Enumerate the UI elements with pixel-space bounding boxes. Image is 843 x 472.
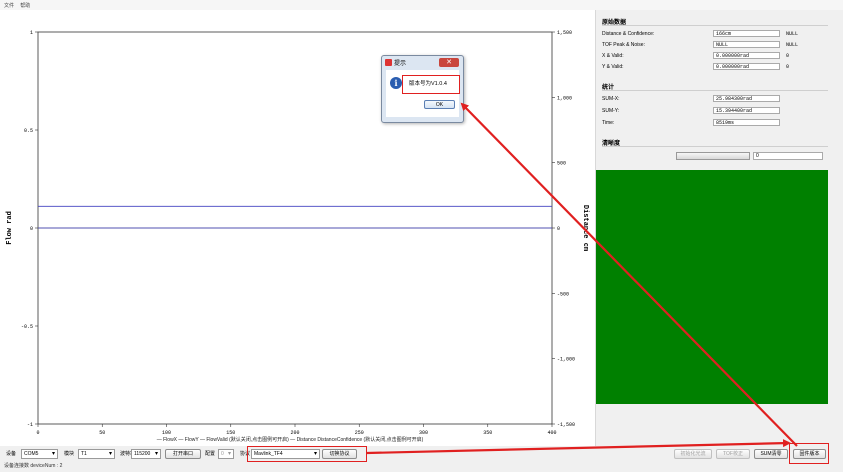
info-icon: i <box>390 77 402 89</box>
device-label: 设备 <box>6 451 17 457</box>
x-valid-value: 0 <box>786 53 790 59</box>
tof-peak-field: NULL <box>713 41 780 48</box>
x-tick-label: 300 <box>419 430 428 436</box>
x-tick-label: 350 <box>483 430 492 436</box>
distance-value-field: 166cm <box>713 30 780 37</box>
open-port-button[interactable]: 打开串口 <box>165 449 201 459</box>
y2-tick-label: 1,000 <box>557 95 572 101</box>
highlight-firmware-button <box>789 443 829 464</box>
config-select[interactable]: 0 <box>218 449 234 459</box>
chart-legend: — FlowX — FlowY — FlowValid (默认关闭,点击图例可开… <box>157 436 424 443</box>
chart-area[interactable]: 0 50 100 150 200 250 300 350 400 -1 -0.5 0 0.5 1 -1,50… <box>0 10 595 448</box>
side-panel: 原始数据 Distance & Confidence: 166cm NULL T… <box>595 10 843 448</box>
sum-y-field: 15.394400rad <box>713 107 780 114</box>
raw-row-label: TOF Peak & Noise: <box>602 42 645 48</box>
y-value-field: 0.000000rad <box>713 63 780 70</box>
ok-button[interactable]: OK <box>424 100 455 109</box>
device-select[interactable]: COM5 <box>21 449 58 459</box>
clarity-value-field: 0 <box>753 152 823 160</box>
y2-axis-label: Distance cm <box>581 205 589 251</box>
highlight-version-message <box>402 75 460 94</box>
raw-row-label: Y & Valid: <box>602 64 624 70</box>
y2-tick-label: -1,500 <box>557 422 575 428</box>
flow-chart[interactable]: 0 50 100 150 200 250 300 350 400 -1 -0.5 0 0.5 1 -1,50… <box>0 10 595 448</box>
x-tick-label: 100 <box>162 430 171 436</box>
y2-tick-label: -500 <box>557 291 569 297</box>
init-optical-flow-button[interactable]: 初始化光流 <box>674 449 712 459</box>
highlight-protocol <box>247 446 367 462</box>
y-valid-value: 0 <box>786 64 790 70</box>
y-tick-label: 1 <box>30 30 33 36</box>
divider <box>602 146 828 147</box>
y2-tick-label: 0 <box>557 226 560 232</box>
status-bar: 设备连接数 deviceNum : 2 <box>4 463 63 469</box>
y-tick-label: -0.5 <box>21 324 33 330</box>
module-select[interactable]: T1 <box>78 449 115 459</box>
x-tick-label: 50 <box>99 430 105 436</box>
raw-row-label: X & Valid: <box>602 53 624 59</box>
app-icon <box>385 59 392 66</box>
x-tick-label: 250 <box>355 430 364 436</box>
tof-calibration-button[interactable]: TOF校正 <box>716 449 750 459</box>
raw-row-label: Distance & Confidence: <box>602 31 655 37</box>
distance-confidence-value: NULL <box>786 31 799 37</box>
clarity-progress-bar <box>676 152 750 160</box>
sum-x-field: 25.984300rad <box>713 95 780 102</box>
stats-row-label: SUM-X: <box>602 96 620 102</box>
y-tick-label: 0 <box>30 226 33 232</box>
config-label: 配置 <box>205 451 216 457</box>
x-tick-label: 150 <box>226 430 235 436</box>
x-value-field: 0.000000rad <box>713 52 780 59</box>
stats-row-label: Time: <box>602 120 615 126</box>
baud-select[interactable]: 115200 <box>131 449 161 459</box>
y2-tick-label: 500 <box>557 161 566 167</box>
divider <box>602 90 828 91</box>
tof-noise-value: NULL <box>786 42 799 48</box>
y-axis-label: Flow rad <box>6 211 14 245</box>
dialog-title: 提示 <box>394 61 407 67</box>
divider <box>602 25 828 26</box>
bottom-toolbar: 设备 COM5 模块 T1 波特率 115200 打开串口 配置 0 协议 Ma… <box>0 446 843 462</box>
x-tick-label: 0 <box>36 430 39 436</box>
stats-row-label: SUM-Y: <box>602 108 620 114</box>
x-tick-label: 200 <box>290 430 299 436</box>
module-label: 模块 <box>64 451 75 457</box>
y-tick-label: -1 <box>27 422 33 428</box>
x-tick-label: 400 <box>547 430 556 436</box>
optical-flow-image-view <box>596 170 828 404</box>
y2-tick-label: -1,000 <box>557 357 575 363</box>
dialog-title-bar: 提示 ✕ <box>382 56 463 70</box>
y-tick-label: 0.5 <box>24 128 33 134</box>
close-icon[interactable]: ✕ <box>439 58 459 67</box>
sum-clear-button[interactable]: SUM清零 <box>754 449 788 459</box>
y2-tick-label: 1,500 <box>557 30 572 36</box>
time-field: 8519ms <box>713 119 780 126</box>
